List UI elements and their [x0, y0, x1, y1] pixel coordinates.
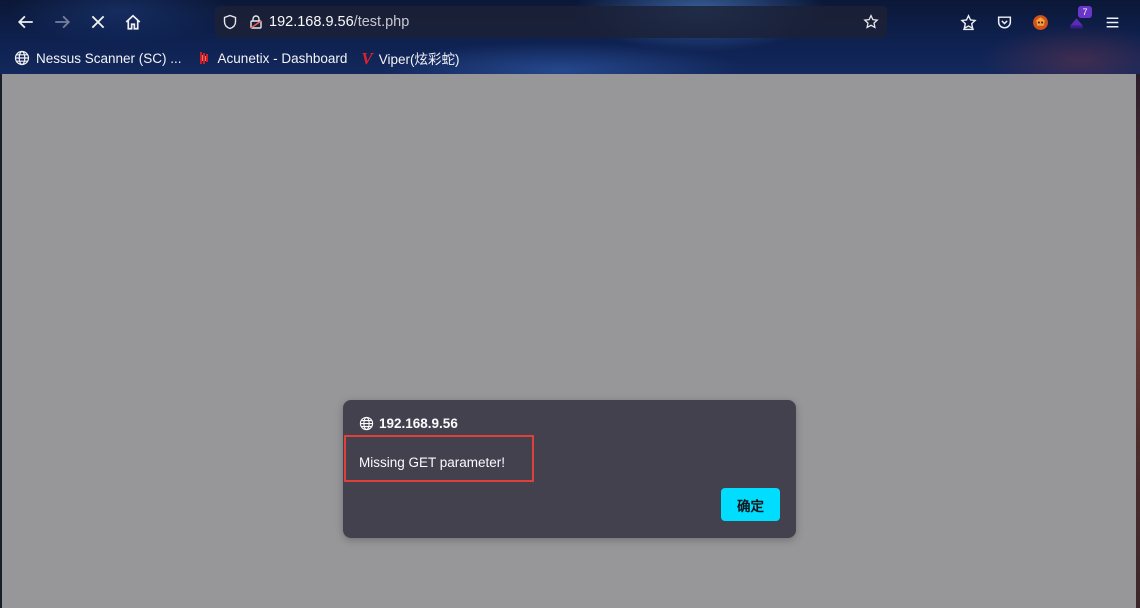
pocket-icon [997, 15, 1011, 29]
bookmark-label: Acunetix - Dashboard [217, 50, 348, 66]
dialog-origin: 192.168.9.56 [359, 416, 458, 431]
home-button[interactable] [119, 8, 147, 36]
back-arrow-icon [17, 15, 33, 29]
dialog-origin-text: 192.168.9.56 [379, 416, 458, 431]
url-path: /test.php [353, 14, 410, 30]
hackbar-extension-button[interactable]: 7 [1062, 6, 1092, 36]
globe-icon [14, 50, 30, 66]
ok-button[interactable]: 确定 [721, 488, 780, 521]
acunetix-icon [199, 52, 208, 64]
home-icon [125, 14, 141, 30]
extensions-puzzle-button[interactable] [954, 8, 982, 36]
url-host: 192.168.9.56 [269, 14, 354, 30]
alert-dialog: 192.168.9.56 Missing GET parameter! 确定 [343, 400, 796, 538]
shield-icon [223, 14, 237, 30]
desktop-background-edge [1136, 74, 1140, 608]
bookmark-acunetix[interactable]: Acunetix - Dashboard [196, 50, 348, 66]
forward-arrow-icon [55, 15, 71, 29]
back-button[interactable] [12, 8, 40, 36]
tracking-protection-button[interactable] [215, 6, 245, 38]
fox-extension-button[interactable] [1026, 8, 1054, 36]
url-text[interactable]: 192.168.9.56/test.php [267, 14, 855, 30]
extension-badge: 7 [1078, 6, 1092, 18]
url-bar[interactable]: 192.168.9.56/test.php [215, 6, 887, 38]
toolbar-right: 7 [954, 6, 1126, 36]
bookmark-label: Viper(炫彩蛇) [378, 52, 460, 67]
star-outline-icon [959, 13, 977, 30]
bookmark-star-button[interactable] [855, 6, 887, 38]
bookmark-label: Nessus Scanner (SC) ... [36, 50, 182, 66]
menu-button[interactable] [1098, 8, 1126, 36]
viper-icon: V [361, 48, 373, 68]
foxyproxy-icon [1032, 14, 1048, 30]
site-security-button[interactable] [245, 6, 267, 38]
browser-chrome: 192.168.9.56/test.php 7 Nessus Scanner (… [0, 0, 1140, 74]
globe-icon [359, 416, 374, 431]
pocket-button[interactable] [990, 8, 1018, 36]
dialog-message: Missing GET parameter! [359, 455, 506, 470]
bookmark-viper[interactable]: V Viper(炫彩蛇) [361, 48, 459, 68]
lock-icon [250, 15, 262, 29]
star-icon [863, 14, 879, 29]
hamburger-menu-icon [1106, 16, 1118, 28]
nav-toolbar: 192.168.9.56/test.php 7 [0, 0, 1140, 44]
close-icon [91, 15, 105, 29]
bookmark-nessus[interactable]: Nessus Scanner (SC) ... [14, 50, 182, 66]
bookmarks-toolbar: Nessus Scanner (SC) ... Acunetix - Dashb… [0, 44, 1140, 72]
stop-button[interactable] [84, 8, 112, 36]
forward-button[interactable] [48, 8, 76, 36]
